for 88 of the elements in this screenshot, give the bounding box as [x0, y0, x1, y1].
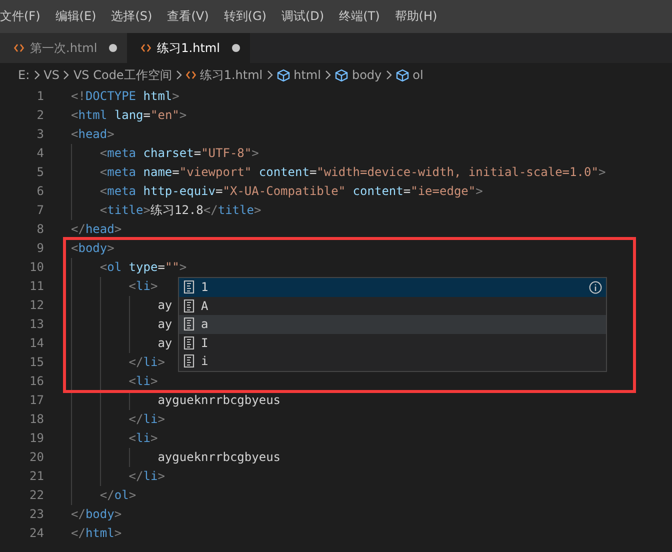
breadcrumb-item[interactable]: html — [294, 68, 321, 82]
suggestion-item[interactable]: a — [179, 315, 606, 334]
line-number: 7 — [36, 202, 44, 219]
line-number: 23 — [28, 506, 44, 523]
code-line: </ol> — [71, 486, 136, 505]
chevron-icon — [266, 70, 273, 80]
code-file-icon — [186, 71, 196, 79]
chevron-icon — [386, 70, 392, 80]
line-number: 15 — [28, 354, 44, 371]
code-line: </li> — [71, 410, 165, 429]
line-number: 9 — [36, 240, 44, 257]
code-file-icon — [14, 44, 24, 52]
editor-tab[interactable]: 练习1.html — [127, 33, 250, 63]
code-line: </head> — [71, 221, 122, 238]
ruler-icon — [183, 336, 195, 350]
code-line: </body> — [71, 506, 122, 523]
line-number: 8 — [36, 221, 44, 238]
line-number: 1 — [36, 88, 44, 105]
line-number: 5 — [36, 164, 44, 181]
menu-item[interactable]: 编辑(E) — [55, 8, 96, 25]
line-number: 10 — [28, 259, 44, 276]
suggestion-item[interactable]: i — [179, 352, 606, 370]
menu-item[interactable]: 转到(G) — [224, 8, 266, 25]
code-line: <meta http-equiv="X-UA-Compatible" content="ie=edge"> — [71, 182, 483, 201]
chevron-icon — [63, 70, 70, 80]
line-number: 6 — [36, 183, 44, 200]
breadcrumb-item[interactable]: VS Code工作空间 — [73, 66, 172, 84]
suggestion-item[interactable]: A — [179, 296, 606, 315]
ruler-icon — [183, 354, 195, 368]
menu-item[interactable]: 选择(S) — [111, 8, 152, 25]
code-line: <title>练习12.8</title> — [71, 201, 262, 220]
code-line: <li> — [71, 429, 158, 448]
suggestion-item[interactable]: I — [179, 334, 606, 352]
line-number: 4 — [36, 145, 44, 162]
code-line: ay — [71, 315, 172, 334]
code-line: <meta name="viewport" content="width=device-width, initial-scale=1.0"> — [71, 163, 606, 182]
ruler-icon — [183, 298, 195, 313]
code-line: aygueknrrbcgbyeus — [71, 391, 281, 410]
cube-icon — [396, 68, 409, 82]
line-number: 2 — [36, 107, 44, 124]
code-line: <ol type=""> — [71, 258, 187, 277]
line-number: 20 — [28, 449, 44, 466]
breadcrumb-item[interactable]: ol — [412, 68, 424, 82]
code-line: </li> — [71, 467, 165, 486]
code-line: ay — [71, 296, 172, 315]
line-number: 24 — [28, 525, 44, 542]
ruler-icon — [183, 280, 195, 294]
code-line: aygueknrrbcgbyeus — [71, 448, 281, 467]
code-line: <!DOCTYPE html> — [71, 88, 180, 105]
chevron-icon — [176, 70, 182, 80]
cube-icon — [334, 68, 348, 82]
code-line: <body> — [71, 240, 114, 257]
breadcrumb-item[interactable]: VS — [44, 68, 60, 82]
breadcrumb-item[interactable]: E: — [18, 68, 30, 82]
code-line: ay — [71, 334, 172, 353]
menu-item[interactable]: 帮助(H) — [394, 8, 438, 25]
code-file-icon — [141, 44, 152, 52]
menu-item[interactable]: 终端(T) — [339, 8, 380, 25]
code-line: <li> — [71, 277, 158, 296]
line-number: 13 — [28, 316, 44, 333]
menu-item[interactable]: 调试(D) — [281, 8, 324, 25]
chevron-icon — [34, 70, 40, 80]
line-number: 11 — [28, 278, 44, 295]
line-number: 18 — [28, 411, 44, 428]
code-line: </li> — [71, 353, 165, 372]
line-number: 16 — [28, 373, 44, 390]
line-number: 21 — [28, 468, 44, 485]
ruler-icon — [183, 317, 195, 332]
code-line: <head> — [71, 126, 114, 143]
menu-item[interactable]: 文件(F) — [0, 8, 40, 25]
cube-icon — [276, 68, 290, 82]
code-line: <meta charset="UTF-8"> — [71, 144, 259, 163]
line-number: 3 — [36, 126, 44, 143]
chevron-icon — [324, 70, 331, 80]
code-line: <li> — [71, 372, 158, 391]
code-line: <html lang="en"> — [71, 107, 187, 124]
code-line: </html> — [71, 525, 122, 542]
line-number: 22 — [28, 487, 44, 504]
breadcrumb-item[interactable]: 练习1.html — [200, 66, 263, 84]
line-number: 12 — [28, 297, 44, 314]
info-icon[interactable] — [589, 280, 602, 294]
line-number: 17 — [28, 392, 44, 409]
breadcrumb-item[interactable]: body — [352, 68, 382, 82]
line-number: 19 — [28, 430, 44, 447]
menu-item[interactable]: 查看(V) — [167, 8, 209, 25]
editor-tab[interactable]: 第一次.html — [0, 33, 128, 63]
suggestion-item[interactable]: 1 — [179, 278, 606, 296]
line-number: 14 — [28, 335, 44, 352]
